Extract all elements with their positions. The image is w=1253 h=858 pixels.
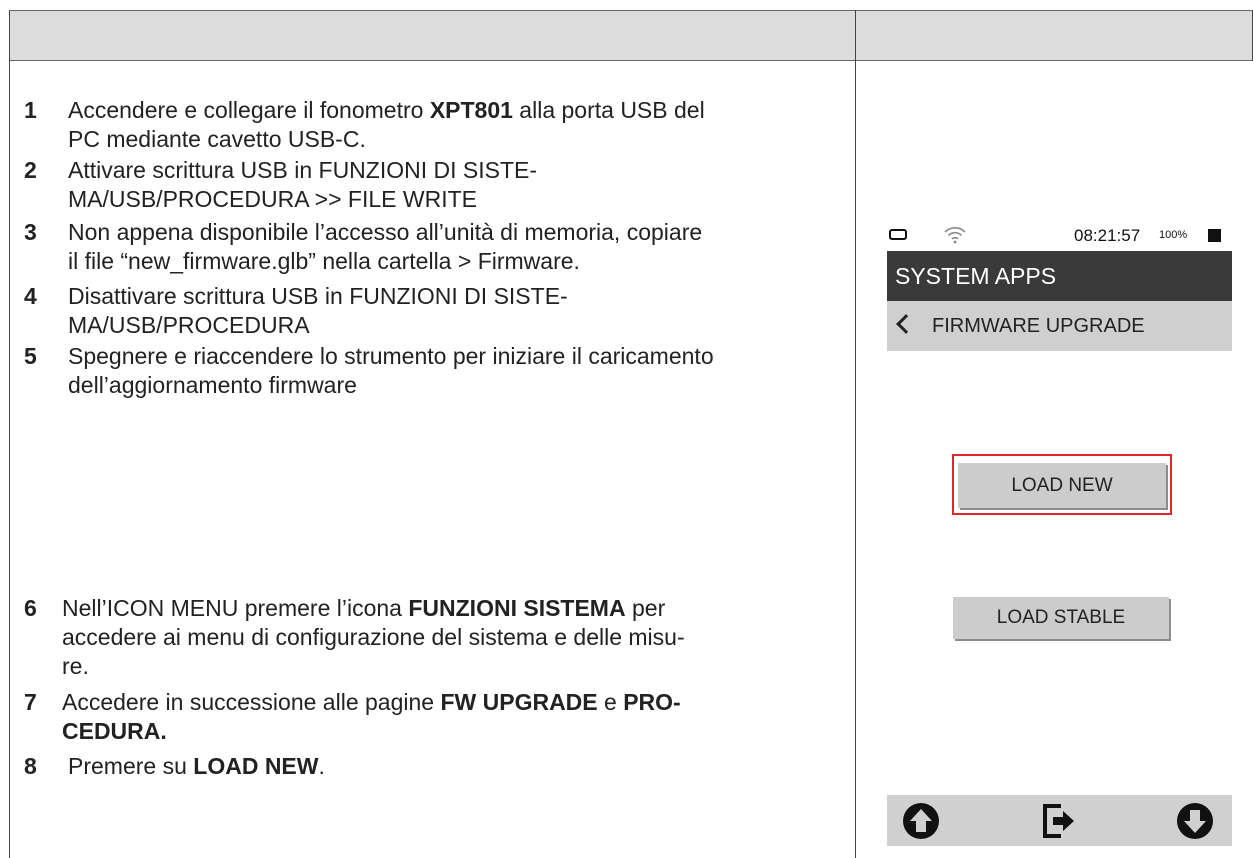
column-divider xyxy=(855,10,856,858)
step-text: Accendere e collegare il fonometro XPT80… xyxy=(68,96,854,125)
load-stable-button[interactable]: LOAD STABLE xyxy=(953,597,1169,639)
step-text-part: Accedere in successione alle pagine xyxy=(62,689,441,715)
step-number: 3 xyxy=(24,219,37,245)
status-bar: 08:21:57 100% xyxy=(887,221,1232,251)
step-text-line: dell’aggiornamento firmware xyxy=(68,372,357,398)
battery-icon xyxy=(889,229,907,240)
page-name: CEDURA. xyxy=(62,718,167,744)
step-text-line: Non appena disponibile l’accesso all’uni… xyxy=(68,219,703,245)
step-text-line: MA/USB/PROCEDURA xyxy=(68,312,310,338)
step-text-part: per xyxy=(625,595,666,621)
step-number: 1 xyxy=(24,97,37,123)
step-text-line: Disattivare scrittura USB in FUNZIONI DI… xyxy=(68,283,568,309)
step-number: 7 xyxy=(24,689,37,715)
wifi-icon xyxy=(944,227,966,244)
screen-subtitle: FIRMWARE UPGRADE xyxy=(932,315,1145,337)
step-text-part: alla porta USB del xyxy=(512,97,705,123)
back-bar[interactable]: FIRMWARE UPGRADE xyxy=(887,301,1232,351)
step-text-line: accedere ai menu di configurazione del s… xyxy=(62,624,685,650)
page-name: PRO- xyxy=(623,689,681,715)
step-text-line: PC mediante cavetto USB-C. xyxy=(68,126,366,152)
page-frame: 1 Accendere e collegare il fonometro XPT… xyxy=(0,0,1253,858)
menu-name: FUNZIONI SISTEMA xyxy=(408,595,626,621)
clock: 08:21:57 xyxy=(1074,226,1141,245)
step-number: 5 xyxy=(24,343,37,369)
model-name: XPT801 xyxy=(429,97,513,123)
step-number: 4 xyxy=(24,283,37,309)
step-text: Accedere in successione alle pagine FW U… xyxy=(62,688,854,717)
arrow-up-icon[interactable] xyxy=(901,801,941,841)
page-name: FW UPGRADE xyxy=(440,689,598,715)
step-text-part: e xyxy=(597,689,624,715)
battery-percent: 100% xyxy=(1159,229,1188,241)
step-text-part: Nell’ICON MENU premere l’icona xyxy=(62,595,409,621)
step-text: Premere su LOAD NEW. xyxy=(68,752,854,781)
step-number: 8 xyxy=(24,753,37,779)
exit-icon[interactable] xyxy=(1039,801,1079,841)
step-text-line: re. xyxy=(62,653,89,679)
stop-indicator-icon xyxy=(1208,229,1221,242)
step-number: 6 xyxy=(24,595,37,621)
load-new-button[interactable]: LOAD NEW xyxy=(958,463,1166,508)
left-border xyxy=(9,10,10,858)
arrow-down-icon[interactable] xyxy=(1175,801,1215,841)
button-name: LOAD NEW xyxy=(193,753,319,779)
step-text-part: Accendere e collegare il fonometro xyxy=(68,97,430,123)
table-header xyxy=(9,10,1253,61)
step-text-line: il file “new_firmware.glb” nella cartell… xyxy=(68,248,580,274)
step-text-part: Premere su xyxy=(68,753,194,779)
step-text-line: MA/USB/PROCEDURA >> FILE WRITE xyxy=(68,186,477,212)
screen-title: SYSTEM APPS xyxy=(887,251,1232,301)
device-nav-bar xyxy=(887,795,1232,846)
step-text: Nell’ICON MENU premere l’icona FUNZIONI … xyxy=(62,594,854,623)
step-number: 2 xyxy=(24,157,37,183)
step-text-part: . xyxy=(318,753,325,779)
step-text-line: Attivare scrittura USB in FUNZIONI DI SI… xyxy=(68,157,538,183)
step-text-line: Spegnere e riaccendere lo strumento per … xyxy=(68,343,714,369)
chevron-left-icon[interactable] xyxy=(896,314,916,334)
